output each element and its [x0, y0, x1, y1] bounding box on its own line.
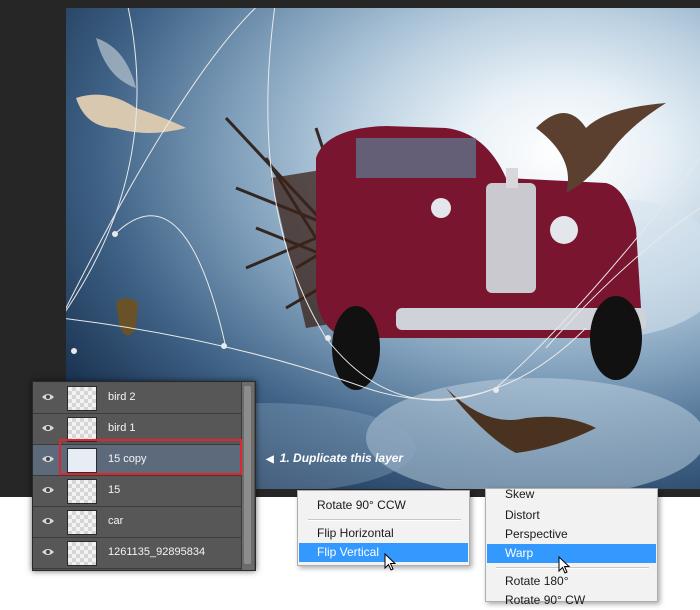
transform-menu-right: Skew Distort Perspective Warp Rotate 180…	[485, 485, 658, 607]
layer-row[interactable]: 15	[33, 476, 241, 507]
layer-thumbnail	[67, 510, 97, 535]
menu-item-warp[interactable]: Warp	[487, 544, 656, 563]
selected-layer-highlight	[59, 439, 242, 475]
layers-scrollbar-thumb[interactable]	[244, 386, 251, 564]
menu-item-rotate-90-cw[interactable]: Rotate 90° CW	[487, 591, 656, 610]
layer-thumbnail	[67, 386, 97, 411]
triangle-left-icon: ◀	[266, 454, 274, 465]
callout-text: 1. Duplicate this layer	[279, 451, 404, 465]
eye-icon[interactable]	[41, 392, 55, 402]
layer-name: 1261135_92895834	[108, 546, 206, 558]
layer-name: 15	[108, 484, 121, 496]
layer-row[interactable]: bird 2	[33, 383, 241, 414]
layers-scrollbar[interactable]	[241, 382, 254, 570]
layer-name: bird 2	[108, 391, 136, 403]
eye-icon[interactable]	[41, 454, 55, 464]
layer-row[interactable]: 1261135_92895834	[33, 538, 241, 569]
menu-item-rotate-90-ccw[interactable]: Rotate 90° CCW	[299, 496, 468, 515]
layers-panel: bird 2 bird 1 15 copy 15 car 1261135_92895834	[32, 381, 256, 571]
menu-separator	[308, 519, 461, 521]
layer-name: car	[108, 515, 124, 527]
menu-item-skew[interactable]: Skew	[487, 485, 656, 504]
menu-item-rotate-180[interactable]: Rotate 180°	[487, 572, 656, 591]
layer-name: bird 1	[108, 422, 136, 434]
instruction-callout: ◀ 1. Duplicate this layer	[266, 451, 403, 465]
menu-separator	[496, 567, 649, 569]
eye-icon[interactable]	[41, 485, 55, 495]
menu-item-flip-horizontal[interactable]: Flip Horizontal	[299, 524, 468, 543]
menu-item-perspective[interactable]: Perspective	[487, 525, 656, 544]
eye-icon[interactable]	[41, 423, 55, 433]
mouse-cursor-icon	[558, 556, 570, 574]
layer-row[interactable]: car	[33, 507, 241, 538]
layer-thumbnail	[67, 479, 97, 504]
mouse-cursor-icon	[384, 553, 396, 571]
layer-thumbnail	[67, 541, 97, 566]
menu-item-distort[interactable]: Distort	[487, 506, 656, 525]
eye-icon[interactable]	[41, 547, 55, 557]
eye-icon[interactable]	[41, 516, 55, 526]
